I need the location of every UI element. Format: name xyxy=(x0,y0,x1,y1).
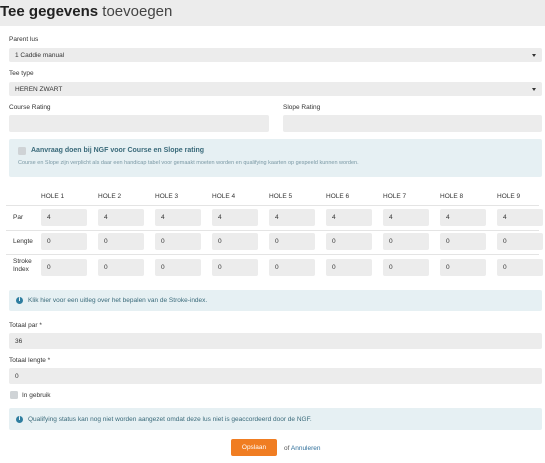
hole-header-3: HOLE 3 xyxy=(155,193,179,200)
cancel-link[interactable]: Annuleren xyxy=(291,445,321,452)
hole-header-4: HOLE 4 xyxy=(212,193,236,200)
par-input-hole-1[interactable]: 4 xyxy=(41,209,87,226)
in-gebruik-checkbox[interactable] xyxy=(10,391,18,399)
table-divider xyxy=(6,254,539,255)
stroke-index-input-hole-1[interactable]: 0 xyxy=(41,259,87,276)
in-gebruik-label: In gebruik xyxy=(22,392,51,399)
par-input-hole-4[interactable]: 4 xyxy=(212,209,258,226)
row-label-lengte: Lengte xyxy=(13,238,33,245)
table-divider xyxy=(6,205,539,206)
totaal-par-label: Totaal par * xyxy=(9,322,42,329)
par-input-hole-9[interactable]: 4 xyxy=(497,209,543,226)
totaal-par-input[interactable]: 36 xyxy=(9,333,542,349)
par-input-hole-8[interactable]: 4 xyxy=(440,209,486,226)
par-input-hole-3[interactable]: 4 xyxy=(155,209,201,226)
hole-header-6: HOLE 6 xyxy=(326,193,350,200)
par-input-hole-7[interactable]: 4 xyxy=(383,209,429,226)
tee-type-value: HEREN ZWART xyxy=(15,85,63,93)
stroke-index-input-hole-5[interactable]: 0 xyxy=(269,259,315,276)
or-text: of xyxy=(284,445,290,452)
hole-header-1: HOLE 1 xyxy=(41,193,65,200)
stroke-index-info-link[interactable]: Klik hier voor een uitleg over het bepal… xyxy=(28,297,207,304)
lengte-input-hole-6[interactable]: 0 xyxy=(326,233,372,250)
parent-lus-value: 1 Caddie manual xyxy=(15,51,65,59)
stroke-index-input-hole-9[interactable]: 0 xyxy=(497,259,543,276)
cancel-area: of Annuleren xyxy=(284,445,321,452)
course-rating-input[interactable] xyxy=(9,115,269,132)
page-title-light: toevoegen xyxy=(102,3,173,20)
totaal-lengte-label: Totaal lengte * xyxy=(9,357,51,364)
lengte-input-hole-7[interactable]: 0 xyxy=(383,233,429,250)
par-input-hole-2[interactable]: 4 xyxy=(98,209,144,226)
info-circle-icon: i xyxy=(16,297,23,304)
row-label-stroke-index: Stroke Index xyxy=(13,258,32,273)
caret-down-icon xyxy=(532,54,536,57)
ngf-request-title: Aanvraag doen bij NGF voor Course en Slo… xyxy=(31,147,205,154)
ngf-request-text: Course en Slope zijn verplicht als daar … xyxy=(18,160,359,166)
page-title: Tee gegevens toevoegen xyxy=(0,3,172,20)
lengte-input-hole-3[interactable]: 0 xyxy=(155,233,201,250)
slope-rating-label: Slope Rating xyxy=(283,104,321,111)
caret-down-icon xyxy=(532,88,536,91)
table-divider xyxy=(6,230,539,231)
stroke-index-input-hole-7[interactable]: 0 xyxy=(383,259,429,276)
ngf-request-checkbox[interactable] xyxy=(18,147,26,155)
stroke-index-input-hole-6[interactable]: 0 xyxy=(326,259,372,276)
stroke-index-input-hole-4[interactable]: 0 xyxy=(212,259,258,276)
lengte-input-hole-5[interactable]: 0 xyxy=(269,233,315,250)
hole-header-9: HOLE 9 xyxy=(497,193,521,200)
lengte-input-hole-2[interactable]: 0 xyxy=(98,233,144,250)
qualifying-info-text: Qualifying status kan nog niet worden aa… xyxy=(28,416,312,423)
slope-rating-input[interactable] xyxy=(283,115,542,132)
hole-header-8: HOLE 8 xyxy=(440,193,464,200)
par-input-hole-6[interactable]: 4 xyxy=(326,209,372,226)
stroke-index-info-box[interactable]: i Klik hier voor een uitleg over het bep… xyxy=(9,290,542,311)
save-button[interactable]: Opslaan xyxy=(231,439,277,456)
title-bar: Tee gegevens toevoegen xyxy=(0,0,545,26)
hole-header-7: HOLE 7 xyxy=(383,193,407,200)
ngf-request-box: Aanvraag doen bij NGF voor Course en Slo… xyxy=(9,139,542,177)
lengte-input-hole-8[interactable]: 0 xyxy=(440,233,486,250)
stroke-index-input-hole-2[interactable]: 0 xyxy=(98,259,144,276)
stroke-index-input-hole-3[interactable]: 0 xyxy=(155,259,201,276)
tee-type-select[interactable]: HEREN ZWART xyxy=(9,82,542,96)
page-title-bold: Tee gegevens xyxy=(0,3,99,20)
hole-header-5: HOLE 5 xyxy=(269,193,293,200)
course-rating-label: Course Rating xyxy=(9,104,51,111)
hole-header-2: HOLE 2 xyxy=(98,193,122,200)
info-circle-icon: i xyxy=(16,416,23,423)
lengte-input-hole-1[interactable]: 0 xyxy=(41,233,87,250)
parent-lus-select[interactable]: 1 Caddie manual xyxy=(9,48,542,62)
row-label-par: Par xyxy=(13,214,24,221)
qualifying-info-box: i Qualifying status kan nog niet worden … xyxy=(9,408,542,430)
lengte-input-hole-4[interactable]: 0 xyxy=(212,233,258,250)
lengte-input-hole-9[interactable]: 0 xyxy=(497,233,543,250)
stroke-index-input-hole-8[interactable]: 0 xyxy=(440,259,486,276)
parent-lus-label: Parent lus xyxy=(9,36,39,43)
totaal-lengte-input[interactable]: 0 xyxy=(9,368,542,384)
tee-type-label: Tee type xyxy=(9,70,34,77)
par-input-hole-5[interactable]: 4 xyxy=(269,209,315,226)
